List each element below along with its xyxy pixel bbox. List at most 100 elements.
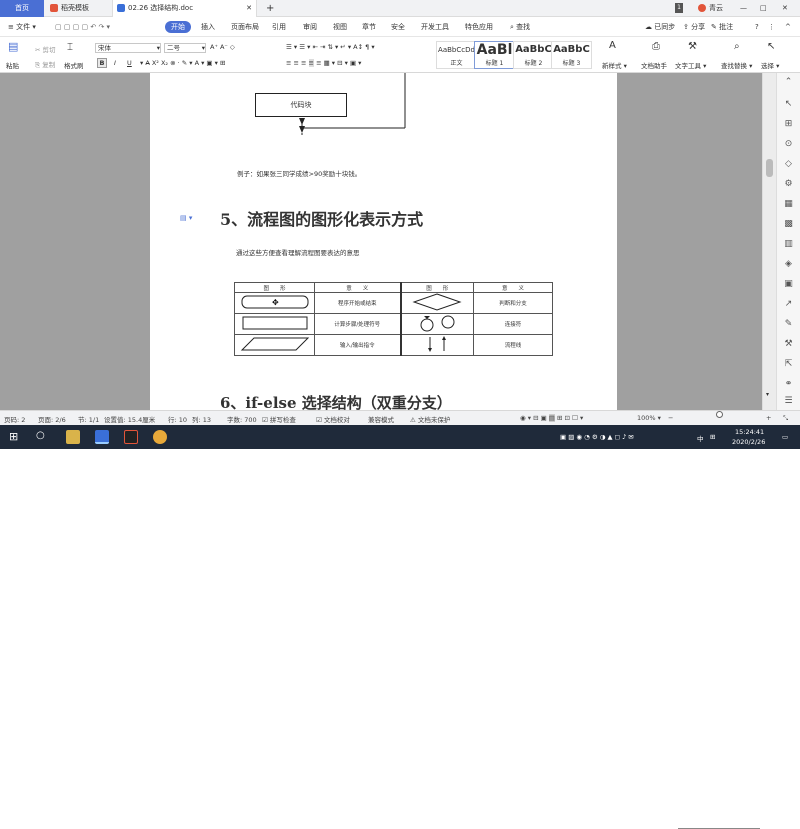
- app-icon[interactable]: [124, 430, 138, 444]
- fit-icon[interactable]: ⤡: [783, 414, 788, 423]
- shape-icon[interactable]: ◈: [783, 259, 794, 270]
- notification-badge[interactable]: 1: [675, 3, 683, 13]
- help-button[interactable]: ?: [755, 21, 759, 33]
- alignment-icons[interactable]: ≡ ≡ ≡ ≡ ≡ ▦ ▾ ⊟ ▾ ▣ ▾: [286, 59, 361, 67]
- nav-icon[interactable]: ⊞: [783, 119, 794, 130]
- tray-icons[interactable]: ▣ ▨ ◉ ◔ ⚙ ◑ ▲ ◻ ♪ ✉: [560, 433, 634, 441]
- layout-icon[interactable]: ▦: [783, 199, 794, 210]
- notification-icon[interactable]: ▭: [782, 433, 788, 441]
- wrench-icon[interactable]: ⚒: [783, 339, 794, 350]
- format-painter-button[interactable]: 格式刷: [64, 60, 84, 70]
- italic-button[interactable]: I: [114, 59, 116, 67]
- tab-template[interactable]: 稻壳模板: [46, 0, 108, 17]
- file-explorer-icon[interactable]: [66, 430, 80, 444]
- menu-start[interactable]: 开始: [165, 21, 191, 33]
- spell-check[interactable]: ☑ 拼写检查: [262, 414, 296, 424]
- style-heading3[interactable]: AaBbC 标题 3: [551, 41, 592, 69]
- size-select[interactable]: 二号 ▾: [164, 43, 206, 53]
- chart-icon[interactable]: ▥: [783, 239, 794, 250]
- text-tools-icon[interactable]: ⚒: [688, 41, 697, 52]
- windows-start-icon[interactable]: ⊞: [9, 430, 23, 444]
- frame-icon[interactable]: ▣: [783, 279, 794, 290]
- menu-view[interactable]: 视图: [333, 21, 347, 33]
- share-button[interactable]: ⇪ 分享: [683, 21, 705, 33]
- quick-access-icons[interactable]: ▢ ▢ ▢ ▢ ↶ ↷ ▾: [55, 21, 110, 33]
- export2-icon[interactable]: ⇱: [783, 359, 794, 370]
- format-painter-icon[interactable]: ⌶: [67, 42, 73, 53]
- zoom-in-icon[interactable]: +: [766, 414, 771, 422]
- style-normal[interactable]: AaBbCcDd 正文: [436, 41, 477, 69]
- chrome-icon[interactable]: [153, 430, 167, 444]
- find-replace-icon[interactable]: ⌕: [734, 41, 740, 52]
- menu-layout[interactable]: 页面布局: [231, 21, 259, 33]
- new-style-icon[interactable]: A: [609, 40, 616, 51]
- collapse-icon[interactable]: ⌃: [783, 77, 794, 88]
- tab-home[interactable]: 首页: [0, 0, 44, 17]
- zoom-level[interactable]: 100% ▾: [637, 414, 661, 422]
- doc-proof[interactable]: ☑ 文档校对: [316, 414, 350, 424]
- menu-file[interactable]: ≡ 文件 ▾: [8, 21, 36, 33]
- status-page[interactable]: 页码: 2: [4, 414, 25, 424]
- doc-assistant-icon[interactable]: ⎙: [652, 41, 660, 52]
- settings-icon[interactable]: ⚙: [783, 179, 794, 190]
- scrollbar-thumb[interactable]: [766, 159, 773, 177]
- search-icon[interactable]: ○: [36, 430, 50, 444]
- sync-status[interactable]: ☁ 已同步: [645, 21, 675, 33]
- copy-button[interactable]: ⎘ 复制: [35, 59, 55, 70]
- comment-button[interactable]: ✎ 批注: [711, 21, 733, 33]
- close-window-icon[interactable]: ✕: [782, 0, 788, 17]
- select-button[interactable]: 选择 ▾: [761, 60, 779, 70]
- tag-icon[interactable]: ◇: [783, 159, 794, 170]
- tab-document[interactable]: 02.26 选择结构.doc ✕: [112, 0, 257, 17]
- ime-extra-icon[interactable]: ⊞: [710, 433, 715, 441]
- collapse-ribbon-icon[interactable]: ^: [785, 21, 791, 33]
- find-replace-button[interactable]: 查找替换 ▾: [721, 60, 752, 70]
- more-icon[interactable]: ⋮: [768, 21, 775, 33]
- edit-icon[interactable]: ✎: [783, 319, 794, 330]
- menu-developer[interactable]: 开发工具: [421, 21, 449, 33]
- zoom-out-icon[interactable]: −: [668, 414, 673, 422]
- paste-button[interactable]: 粘贴: [6, 60, 19, 70]
- scroll-down-icon[interactable]: ▾: [766, 391, 769, 398]
- font-grow-icons[interactable]: A⁺ A⁻ ◇: [210, 43, 235, 51]
- menu-section[interactable]: 章节: [362, 21, 376, 33]
- font-select[interactable]: 宋体 ▾: [95, 43, 161, 53]
- grid-icon[interactable]: ▩: [783, 219, 794, 230]
- style-heading2[interactable]: AaBbC 标题 2: [513, 41, 554, 69]
- view-mode-icons[interactable]: ◉ ▾ ⊟ ▣ ▤ ⊞ ⊡ ☐ ▾: [520, 414, 583, 422]
- maximize-icon[interactable]: □: [760, 0, 767, 17]
- doc-unprotected[interactable]: ⚠ 文档未保护: [410, 414, 450, 424]
- minimize-icon[interactable]: —: [740, 0, 747, 17]
- text-effect-icons[interactable]: ▾ A̶ X² X₂ ⊗ · ✎ ▾ A ▾ ▣ ▾ ⊞: [140, 59, 225, 67]
- clock-date[interactable]: 2020/2/26: [732, 438, 765, 446]
- user-name[interactable]: 青云: [698, 0, 723, 17]
- new-style-button[interactable]: 新样式 ▾: [602, 60, 627, 70]
- ime-indicator[interactable]: 中: [697, 433, 704, 443]
- link-icon[interactable]: ⚭: [783, 379, 794, 390]
- menu-search[interactable]: ⌕ 查找: [510, 21, 530, 33]
- paragraph-icons[interactable]: ☰ ▾ ☰ ▾ ⇤ ⇥ ⇅ ▾ ↵ ▾ A↕ ¶ ▾: [286, 43, 375, 51]
- doc-assistant-button[interactable]: 文档助手: [641, 60, 667, 70]
- vertical-scrollbar[interactable]: ▾: [762, 73, 776, 410]
- menu-special[interactable]: 特色应用: [465, 21, 493, 33]
- arrow-icon[interactable]: ↖: [783, 99, 794, 110]
- text-tools-button[interactable]: 文字工具 ▾: [675, 60, 706, 70]
- menu-security[interactable]: 安全: [391, 21, 405, 33]
- cut-button[interactable]: ✂ 剪切: [35, 44, 56, 54]
- paste-icon[interactable]: ▤: [8, 40, 18, 53]
- status-words[interactable]: 字数: 700: [227, 414, 257, 424]
- menu-references[interactable]: 引用: [272, 21, 286, 33]
- clock-time[interactable]: 15:24:41: [735, 428, 764, 436]
- location-icon[interactable]: ⊙: [783, 139, 794, 150]
- wps-writer-icon[interactable]: [95, 430, 109, 444]
- menu-review[interactable]: 审阅: [303, 21, 317, 33]
- new-tab-button[interactable]: +: [266, 0, 274, 17]
- menu-icon[interactable]: ☰: [783, 396, 794, 407]
- close-tab-icon[interactable]: ✕: [246, 0, 252, 17]
- document-page[interactable]: 代码块 例子：如果张三同学成绩>90奖励十块钱。 ▤ ▾ 5、流程图的图形化表示…: [150, 73, 617, 410]
- export-icon[interactable]: ↗: [783, 299, 794, 310]
- underline-button[interactable]: U: [127, 59, 132, 67]
- menu-insert[interactable]: 插入: [201, 21, 215, 33]
- status-pages[interactable]: 页面: 2/6: [38, 414, 66, 424]
- style-heading1[interactable]: AaBl 标题 1: [474, 41, 515, 69]
